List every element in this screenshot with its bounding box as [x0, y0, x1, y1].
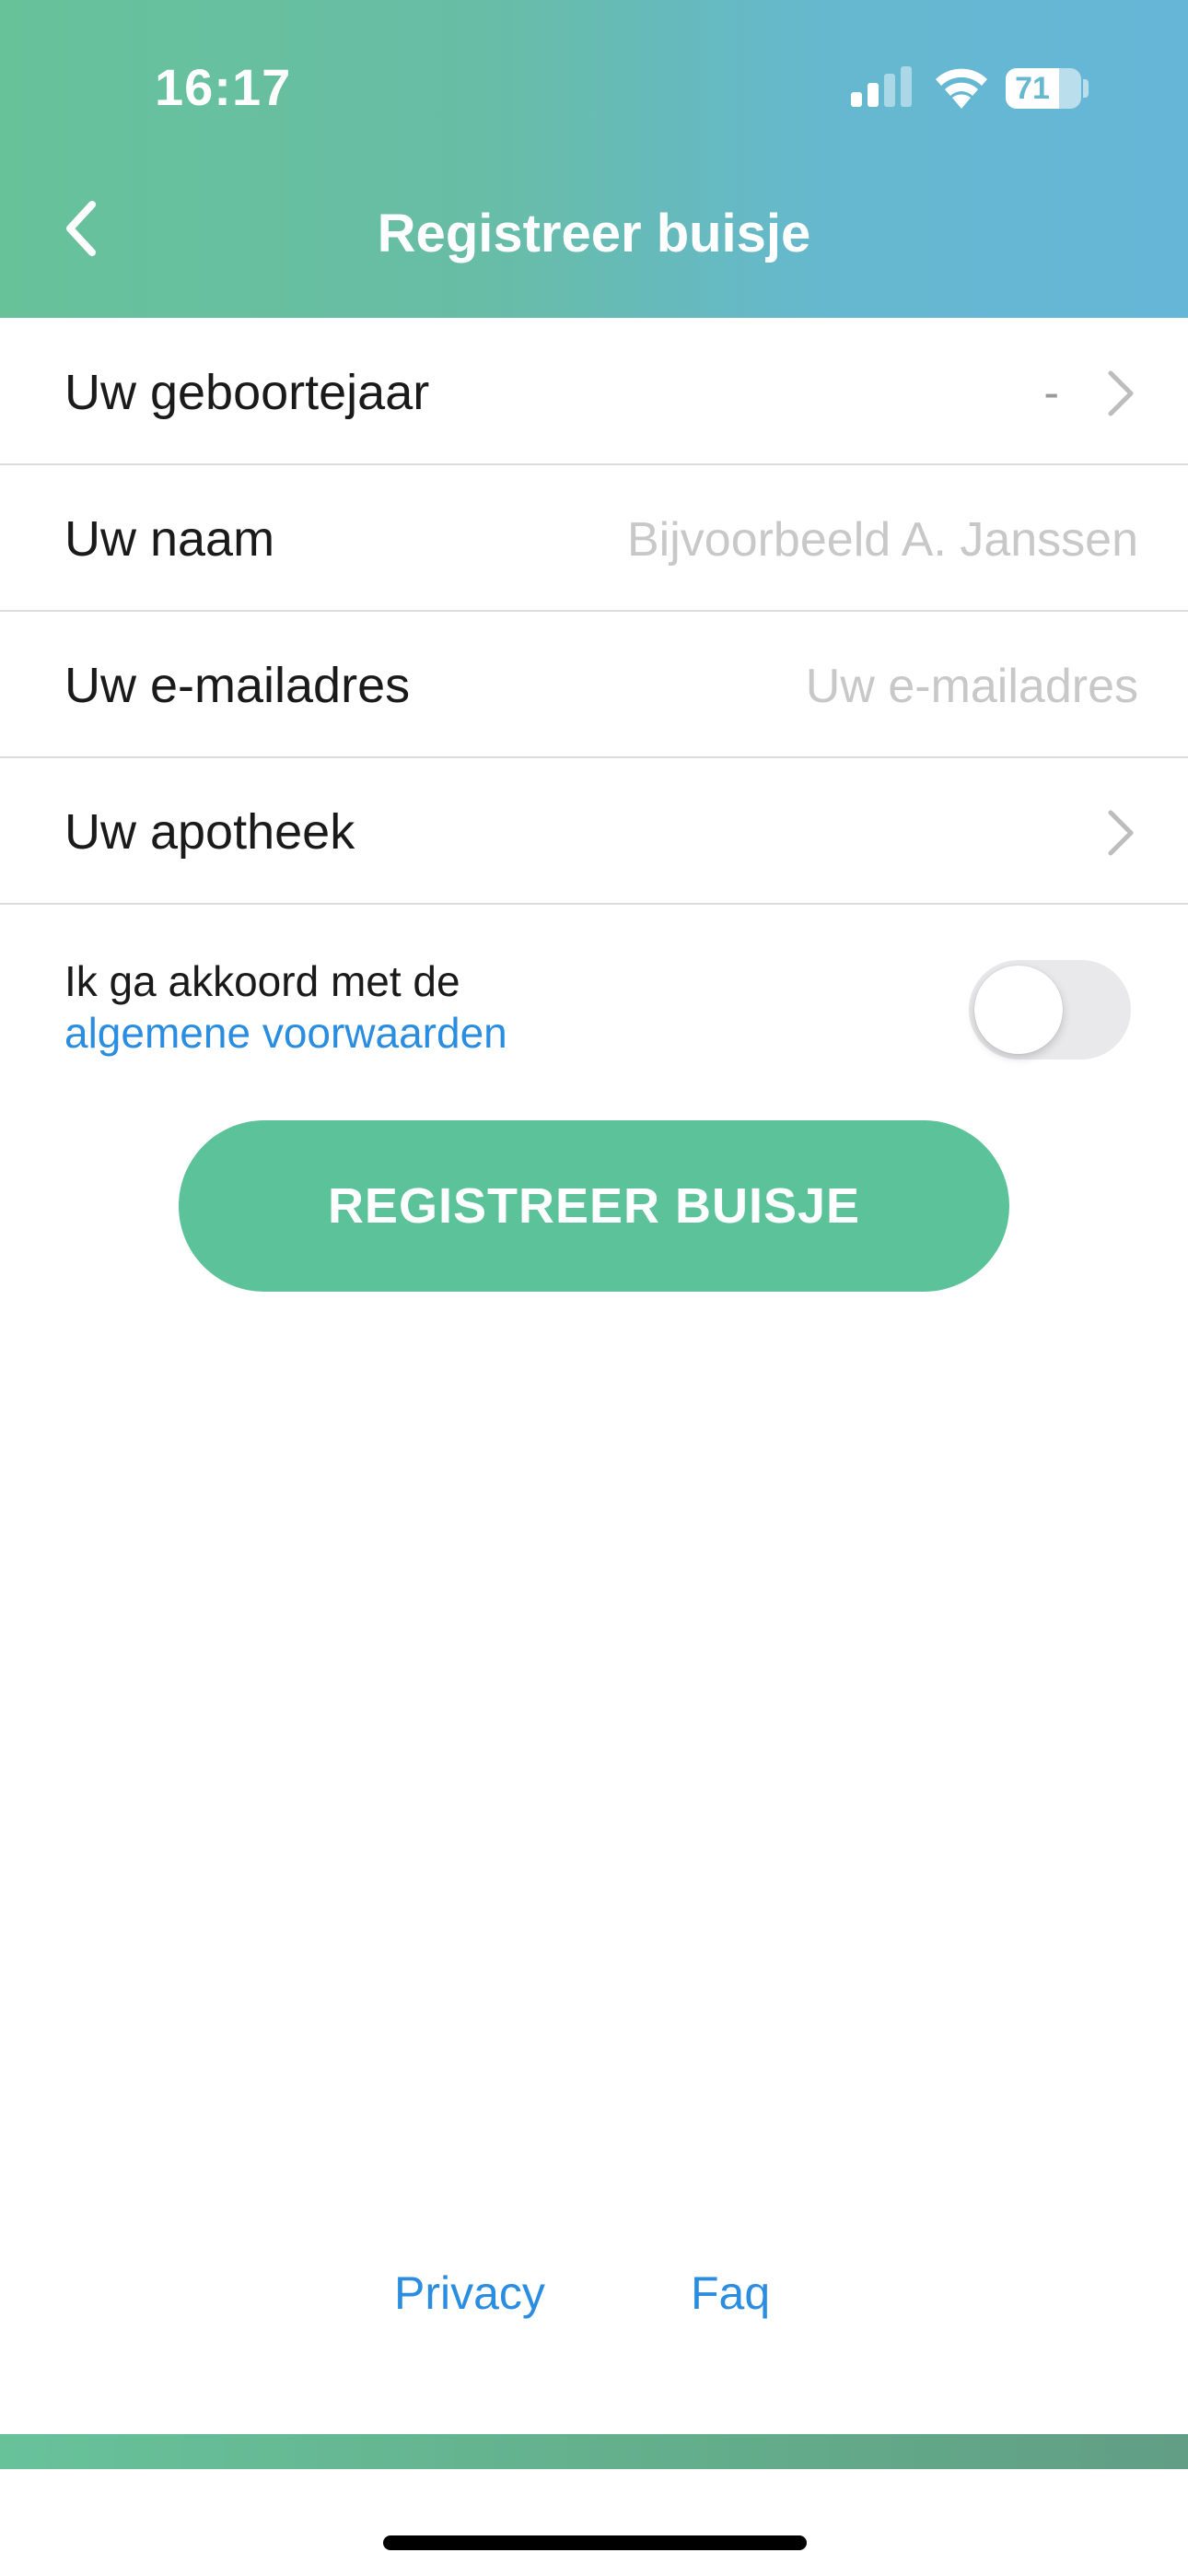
- name-label: Uw naam: [64, 511, 275, 567]
- birth-year-label: Uw geboortejaar: [64, 365, 430, 420]
- register-tube-screen: 16:17 71 Registreer buisje Uw geboorteja…: [0, 0, 1188, 2576]
- toggle-knob: [974, 966, 1063, 1054]
- chevron-right-icon: [1108, 810, 1134, 856]
- header: 16:17 71 Registreer buisje: [0, 0, 1188, 318]
- battery-icon: 71: [1006, 68, 1081, 109]
- battery-percentage: 71: [1015, 71, 1050, 106]
- terms-text: Ik ga akkoord met de: [64, 957, 460, 1005]
- chevron-right-icon: [1108, 370, 1134, 416]
- signal-icon: [851, 66, 912, 107]
- wifi-icon: [936, 68, 987, 109]
- privacy-link[interactable]: Privacy: [394, 2266, 545, 2320]
- home-indicator: [383, 2535, 807, 2550]
- email-label: Uw e-mailadres: [64, 658, 411, 713]
- register-tube-button[interactable]: REGISTREER BUISJE: [179, 1120, 1009, 1292]
- birth-year-value: -: [1043, 367, 1059, 418]
- terms-link[interactable]: algemene voorwaarden: [64, 1006, 507, 1060]
- name-row: Uw naam: [0, 466, 1188, 612]
- pharmacy-row[interactable]: Uw apotheek: [0, 759, 1188, 905]
- battery-tip: [1083, 79, 1089, 98]
- name-input[interactable]: [494, 503, 1138, 577]
- faq-link[interactable]: Faq: [691, 2266, 770, 2320]
- page-title: Registreer buisje: [377, 204, 811, 263]
- birth-year-row[interactable]: Uw geboortejaar -: [0, 320, 1188, 465]
- email-input[interactable]: [494, 650, 1138, 723]
- terms-toggle[interactable]: [969, 960, 1131, 1060]
- status-time: 16:17: [155, 58, 292, 116]
- bottom-accent-bar: [0, 2434, 1188, 2469]
- pharmacy-label: Uw apotheek: [64, 804, 355, 860]
- email-row: Uw e-mailadres: [0, 613, 1188, 758]
